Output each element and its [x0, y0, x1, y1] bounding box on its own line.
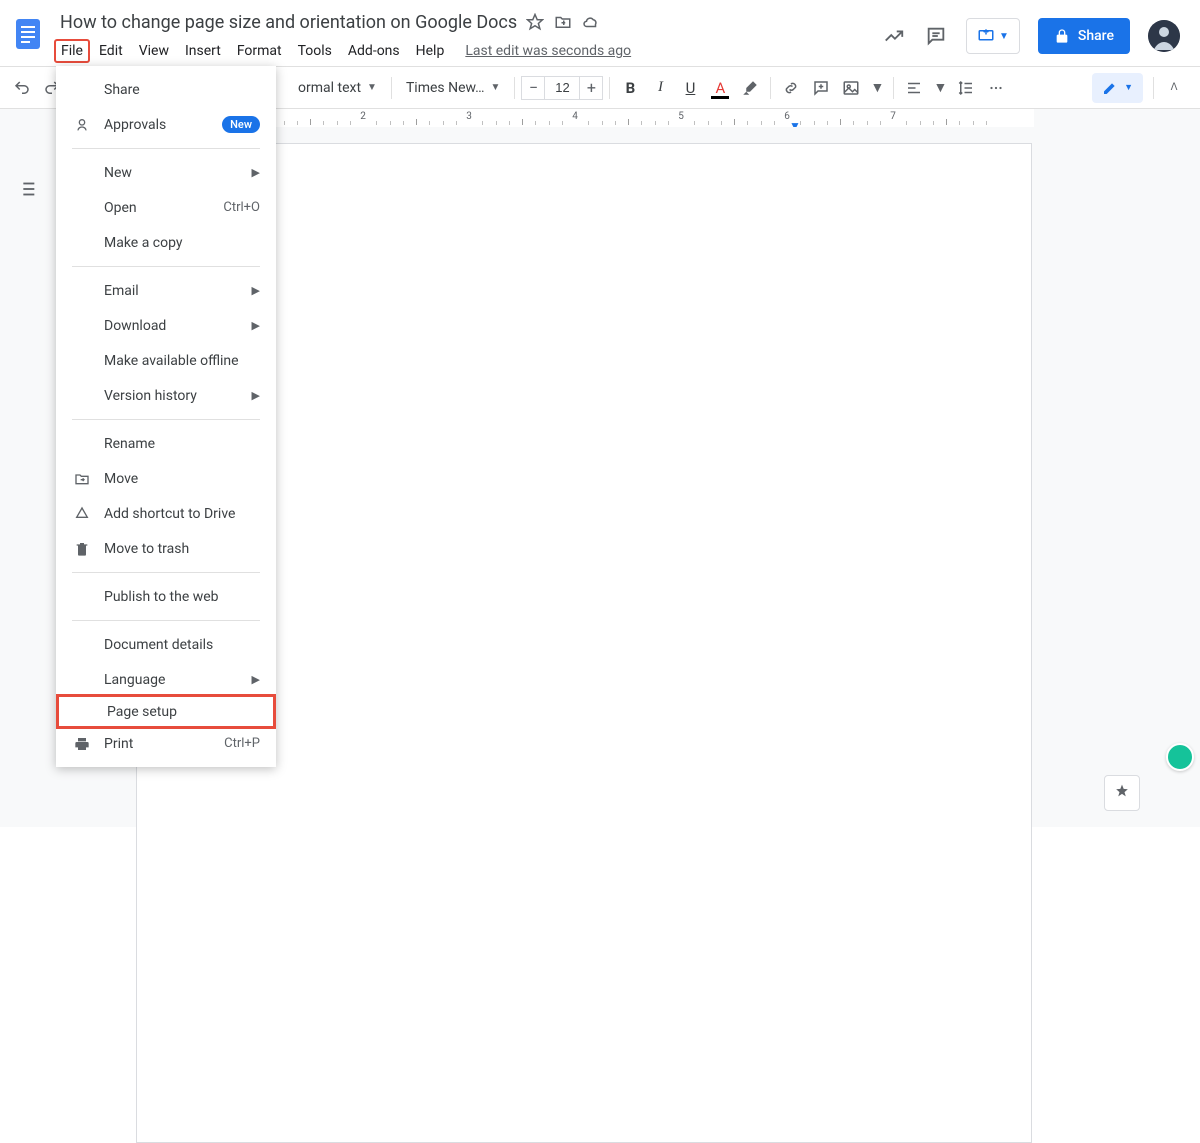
style-select[interactable]: ormal text ▼ — [290, 74, 385, 102]
hide-menus-caret[interactable]: ᐱ — [1164, 74, 1184, 102]
menu-tools[interactable]: Tools — [291, 39, 339, 63]
font-size-group: − + — [521, 76, 603, 100]
text-color-button[interactable]: A — [706, 74, 734, 102]
move-icon — [72, 471, 92, 487]
trash-icon — [72, 541, 92, 557]
menu-file[interactable]: File — [54, 39, 90, 63]
caret-down-icon: ▼ — [999, 31, 1009, 42]
activity-icon[interactable] — [882, 24, 906, 48]
submenu-arrow-icon: ▶ — [252, 319, 260, 332]
file-menu-add-shortcut[interactable]: Add shortcut to Drive — [56, 496, 276, 531]
ruler-track[interactable]: 1234567 ▼ — [150, 109, 1034, 127]
insert-comment-button[interactable] — [807, 74, 835, 102]
menu-format[interactable]: Format — [230, 39, 289, 63]
separator — [514, 77, 515, 99]
caret-down-icon: ▼ — [491, 82, 501, 93]
menu-addons[interactable]: Add-ons — [341, 39, 407, 63]
file-menu-move-trash[interactable]: Move to trash — [56, 531, 276, 566]
image-dropdown-caret[interactable]: ▼ — [867, 74, 887, 102]
file-menu-dropdown: Share Approvals New New ▶ Open Ctrl+O Ma… — [56, 66, 276, 767]
menu-view[interactable]: View — [132, 39, 176, 63]
underline-button[interactable]: U — [676, 74, 704, 102]
outline-column — [0, 127, 54, 827]
file-menu-email[interactable]: Email ▶ — [56, 273, 276, 308]
file-menu-make-copy[interactable]: Make a copy — [56, 225, 276, 260]
drive-shortcut-icon — [72, 506, 92, 522]
submenu-arrow-icon: ▶ — [252, 166, 260, 179]
file-menu-doc-details[interactable]: Document details — [56, 627, 276, 662]
move-folder-icon[interactable] — [553, 12, 573, 32]
font-select-label: Times New… — [406, 80, 485, 96]
show-outline-button[interactable] — [9, 171, 45, 207]
new-badge: New — [222, 116, 260, 133]
italic-button[interactable]: I — [646, 74, 674, 102]
insert-image-button[interactable] — [837, 74, 865, 102]
account-avatar[interactable] — [1148, 20, 1180, 52]
file-menu-share[interactable]: Share — [56, 72, 276, 107]
header-right: ▼ Share — [882, 8, 1192, 54]
present-button[interactable]: ▼ — [966, 18, 1020, 54]
file-menu-print[interactable]: Print Ctrl+P — [56, 726, 276, 761]
file-menu-new[interactable]: New ▶ — [56, 155, 276, 190]
menubar: File Edit View Insert Format Tools Add-o… — [48, 36, 882, 66]
menu-separator — [72, 148, 260, 149]
font-select[interactable]: Times New… ▼ — [398, 74, 509, 102]
header-main: How to change page size and orientation … — [48, 8, 882, 66]
separator — [1153, 77, 1154, 99]
file-menu-page-setup[interactable]: Page setup — [56, 694, 276, 729]
submenu-arrow-icon: ▶ — [252, 389, 260, 402]
bold-button[interactable]: B — [616, 74, 644, 102]
font-size-decrease[interactable]: − — [521, 76, 545, 100]
star-icon[interactable] — [525, 12, 545, 32]
file-menu-language[interactable]: Language ▶ — [56, 662, 276, 697]
menu-separator — [72, 620, 260, 621]
doc-title[interactable]: How to change page size and orientation … — [60, 12, 517, 33]
separator — [391, 77, 392, 99]
align-dropdown-caret[interactable]: ▼ — [930, 74, 950, 102]
more-button[interactable] — [982, 74, 1010, 102]
line-spacing-button[interactable] — [952, 74, 980, 102]
submenu-arrow-icon: ▶ — [252, 673, 260, 686]
file-menu-offline[interactable]: Make available offline — [56, 343, 276, 378]
menu-edit[interactable]: Edit — [92, 39, 130, 63]
file-menu-approvals[interactable]: Approvals New — [56, 107, 276, 142]
share-button[interactable]: Share — [1038, 18, 1130, 54]
highlight-button[interactable] — [736, 74, 764, 102]
undo-button[interactable] — [8, 74, 36, 102]
menu-separator — [72, 419, 260, 420]
cloud-status-icon[interactable] — [581, 12, 601, 32]
file-menu-move[interactable]: Move — [56, 461, 276, 496]
header: How to change page size and orientation … — [0, 0, 1200, 67]
menu-separator — [72, 266, 260, 267]
file-menu-download[interactable]: Download ▶ — [56, 308, 276, 343]
separator — [609, 77, 610, 99]
approvals-icon — [72, 117, 92, 133]
file-menu-rename[interactable]: Rename — [56, 426, 276, 461]
submenu-arrow-icon: ▶ — [252, 284, 260, 297]
share-label: Share — [1078, 28, 1114, 44]
last-edit-link[interactable]: Last edit was seconds ago — [465, 43, 631, 59]
comments-icon[interactable] — [924, 24, 948, 48]
docs-logo-icon[interactable] — [8, 14, 48, 54]
style-select-label: ormal text — [298, 80, 361, 96]
file-menu-open[interactable]: Open Ctrl+O — [56, 190, 276, 225]
insert-link-button[interactable] — [777, 74, 805, 102]
print-icon — [72, 736, 92, 752]
title-row: How to change page size and orientation … — [48, 8, 882, 36]
file-menu-publish[interactable]: Publish to the web — [56, 579, 276, 614]
menu-separator — [72, 572, 260, 573]
grammarly-icon[interactable] — [1166, 743, 1194, 771]
file-menu-version-history[interactable]: Version history ▶ — [56, 378, 276, 413]
separator — [893, 77, 894, 99]
editing-mode-button[interactable]: ▼ — [1092, 73, 1143, 103]
align-button[interactable] — [900, 74, 928, 102]
font-size-input[interactable] — [545, 76, 579, 100]
caret-down-icon: ▼ — [1124, 82, 1133, 93]
explore-button[interactable] — [1104, 775, 1140, 811]
separator — [770, 77, 771, 99]
menu-help[interactable]: Help — [409, 39, 452, 63]
font-size-increase[interactable]: + — [579, 76, 603, 100]
caret-down-icon: ▼ — [367, 82, 377, 93]
menu-insert[interactable]: Insert — [178, 39, 228, 63]
